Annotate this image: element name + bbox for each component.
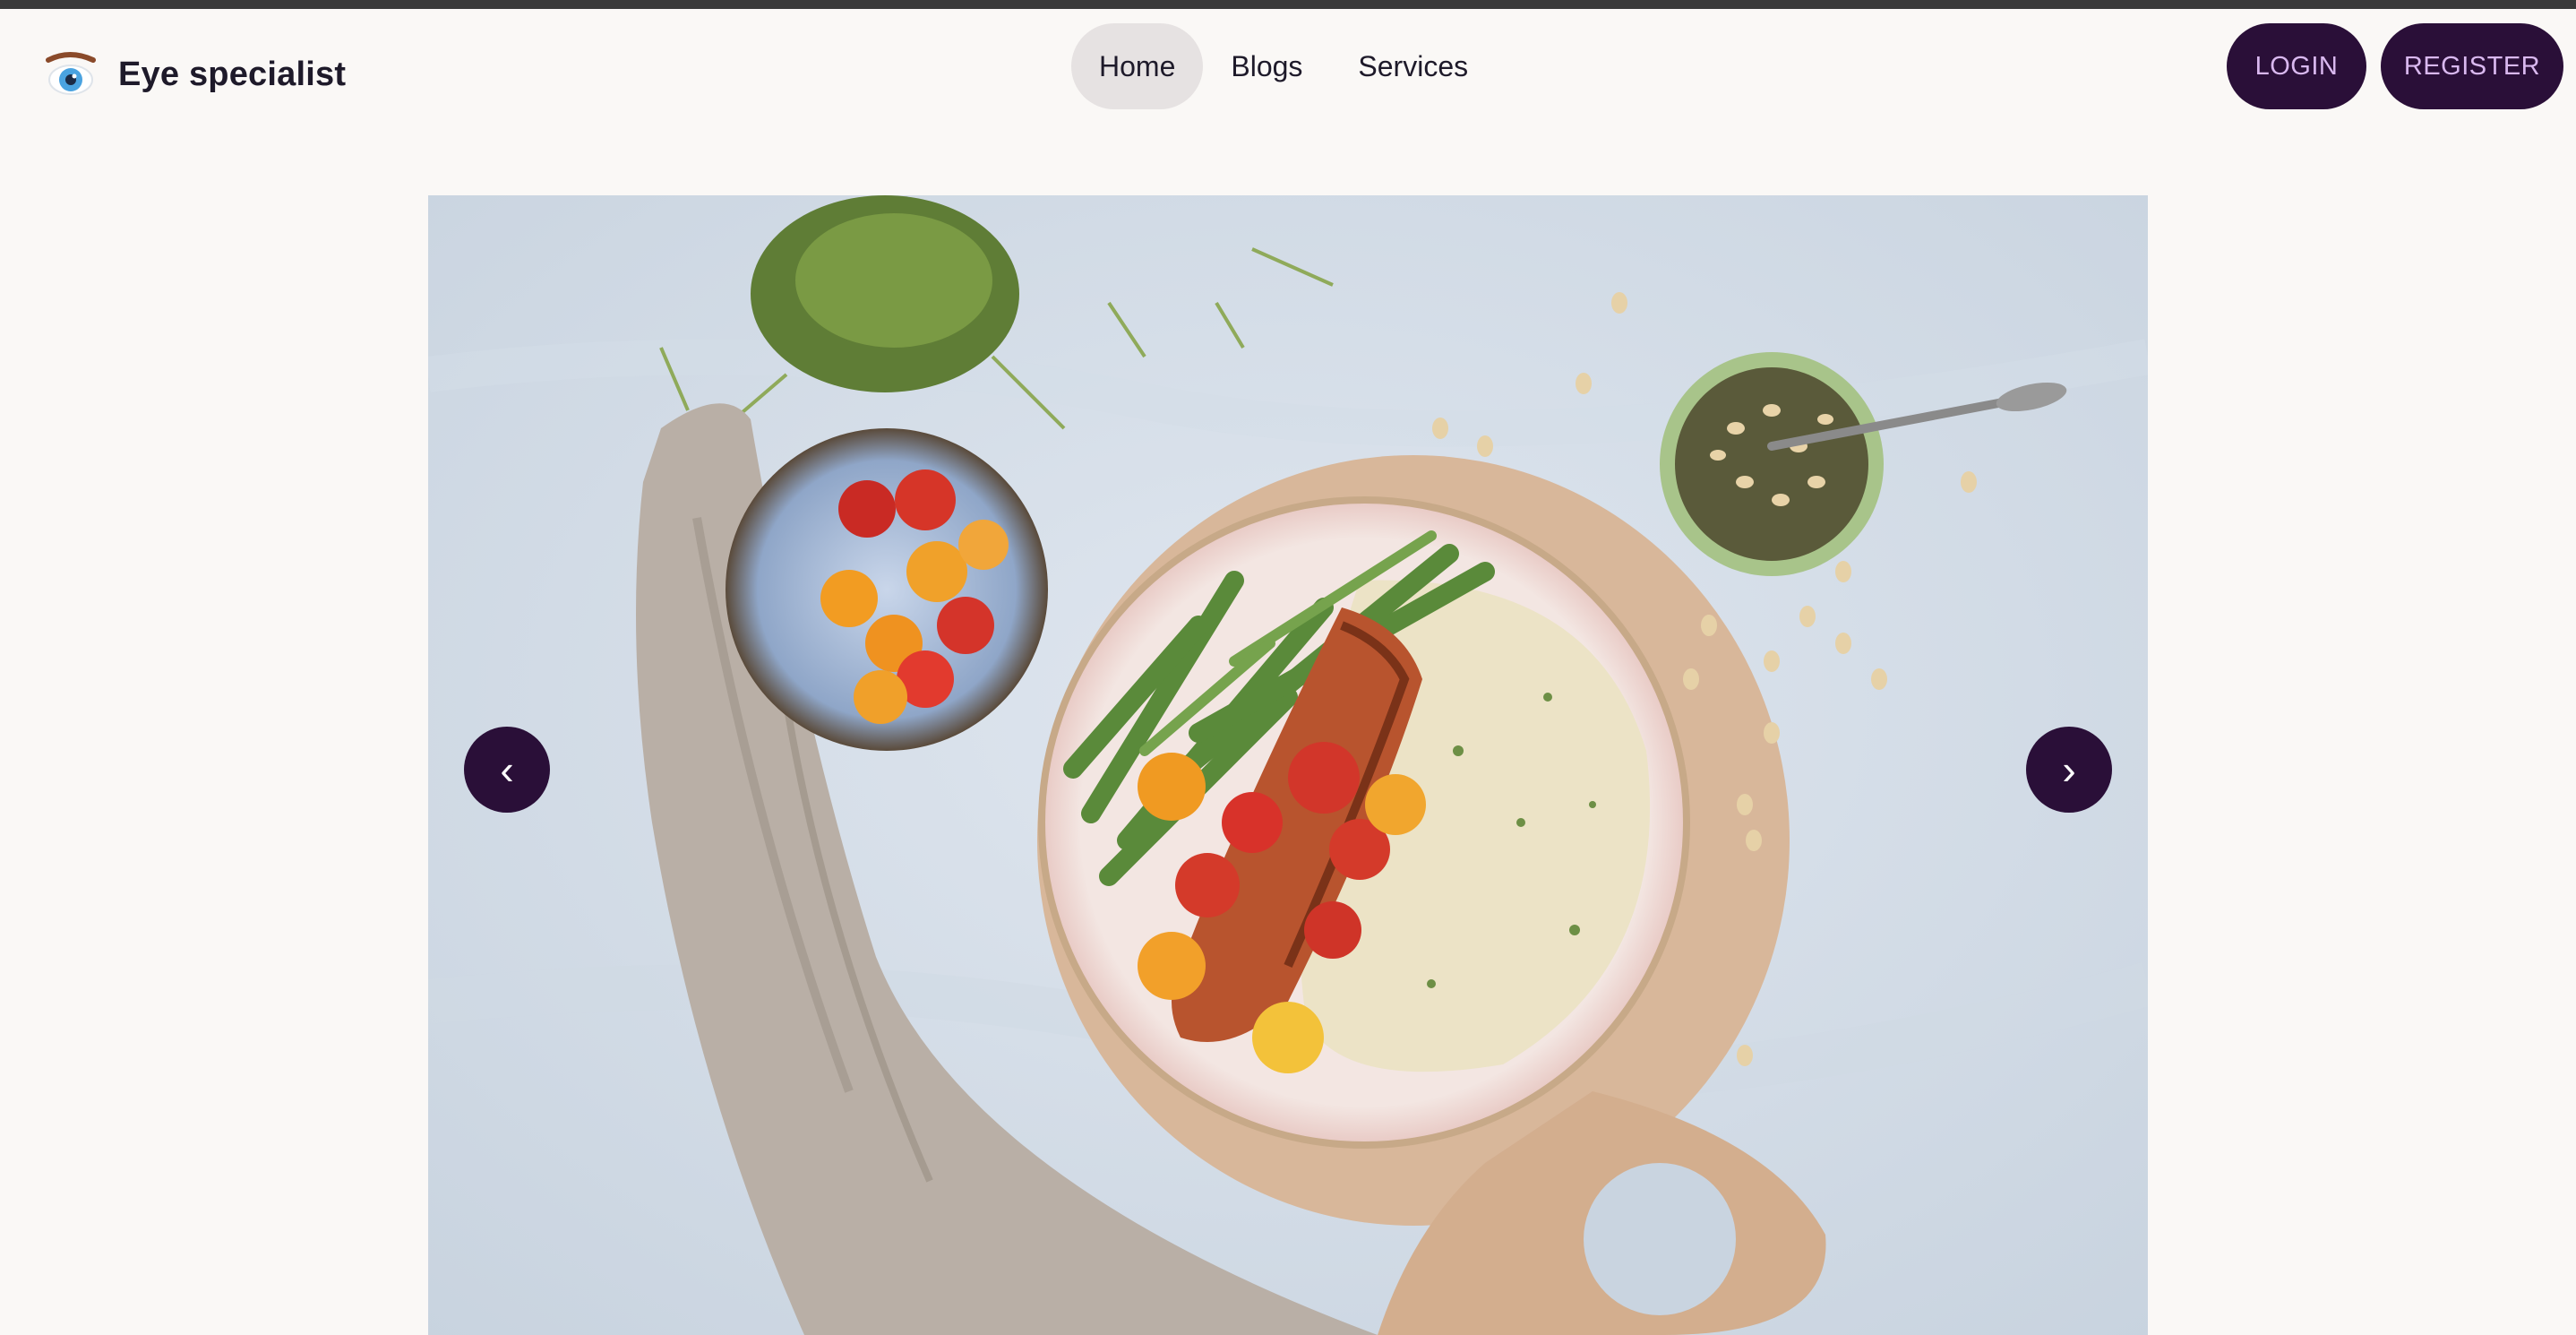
- login-button[interactable]: LOGIN: [2227, 23, 2366, 109]
- carousel-next-button[interactable]: ›: [2026, 727, 2112, 813]
- nav-item-services[interactable]: Services: [1330, 23, 1496, 109]
- register-button[interactable]: REGISTER: [2381, 23, 2563, 109]
- brand-name: Eye specialist: [118, 55, 347, 93]
- auth-buttons: LOGIN REGISTER: [2227, 23, 2563, 109]
- nav-item-home[interactable]: Home: [1071, 23, 1204, 109]
- food-bowl-photo: [428, 195, 2148, 1335]
- hero-carousel: ‹ ›: [428, 195, 2148, 1335]
- eye-icon: [46, 52, 96, 95]
- window-top-strip: [0, 0, 2576, 9]
- nav-item-blogs[interactable]: Blogs: [1203, 23, 1330, 109]
- brand[interactable]: Eye specialist: [43, 43, 346, 106]
- site-header: Eye specialist Home Blogs Services LOGIN…: [0, 9, 2576, 125]
- carousel-prev-button[interactable]: ‹: [464, 727, 550, 813]
- main-nav: Home Blogs Services: [1071, 23, 1496, 109]
